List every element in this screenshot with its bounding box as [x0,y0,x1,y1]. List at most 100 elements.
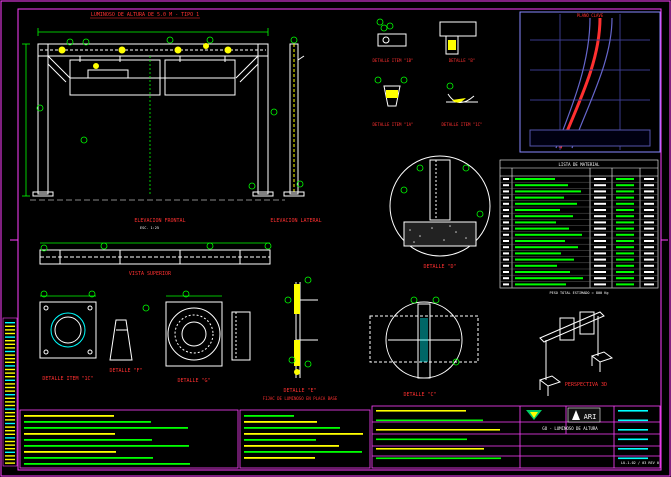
material-row-weight-mark [644,246,654,249]
material-row-mat-mark [616,246,634,249]
left-strip-line [5,379,15,381]
revision-line [244,439,316,441]
material-row-mat-mark [616,264,634,267]
material-row-item-mark [503,227,509,230]
revision-line [244,457,315,459]
view-label-fijacion: FIJAC DE LUMINOSO EN PLACA BASE [263,396,338,401]
material-row-desc-mark [515,221,556,224]
left-strip-line [5,397,15,399]
view-label-detalle-1c: DETALLE ITEM "1C" [42,376,93,382]
left-strip-line [5,412,15,414]
title-block-lines [376,410,648,460]
material-row-mat-mark [616,283,634,286]
view-label-detalle-1c2: DETALLE ITEM "1C" [442,122,483,127]
note-line [24,445,189,447]
left-strip-line [5,426,15,428]
material-row-weight-mark [644,184,654,187]
material-row-item-mark [503,202,509,205]
view-label-elevacion-frontal: ELEVACION FRONTAL [134,218,185,224]
revision-line [244,421,317,423]
material-row-mat-mark [616,196,634,199]
left-strip-line [5,372,15,374]
title-block-line [618,410,648,412]
material-row-weight-mark [644,283,654,286]
material-row-weight-mark [644,271,654,273]
note-line [24,427,188,429]
elevacion-lateral-view [283,43,305,197]
view-label-detalle-1b: DETALLE ITEM "1B" [373,58,414,63]
left-strip-line [5,325,15,327]
left-strip-line [5,401,15,403]
material-row-mat-mark [616,184,634,187]
left-strip-line [5,350,15,353]
cad-drawing-canvas[interactable]: LUMINOSO DE ALTURA DE 5.0 M - TIPO 1 ELE… [0,0,671,477]
left-strip-line [5,365,15,367]
title-block-line [376,457,501,460]
total-weight-note: PESO TOTAL ESTIMADO = 800 Kg [549,291,608,295]
material-row-item-mark [503,196,509,199]
material-row-qty-mark [594,283,606,286]
notes-lines [24,415,190,465]
revision-lines [244,415,363,459]
left-strip-line [5,354,15,356]
material-row-qty-mark [594,277,606,280]
revision-line [244,445,339,447]
material-row-mat-mark [616,233,634,236]
material-row-mat-mark [616,252,634,255]
left-strip-line [5,322,15,324]
material-row-weight-mark [644,227,654,230]
drawing-sheet: LUMINOSO DE ALTURA DE 5.0 M - TIPO 1 ELE… [0,0,671,477]
left-strip-lines [5,322,15,464]
title-block-line [618,438,648,441]
detalle-d-view [389,155,491,257]
revision-line [244,427,340,429]
title-block-line [376,448,484,450]
material-row-item-mark [503,221,509,224]
title-block-line [618,419,648,422]
material-row-desc-mark [515,271,570,273]
material-row-mat-mark [616,271,634,273]
left-strip-line [5,329,15,331]
scale-label: ESC. 1:25 [140,226,159,230]
material-row-qty-mark [594,209,606,211]
material-row-weight-mark [644,264,654,267]
note-line [24,451,116,453]
material-row-mat-mark [616,178,634,180]
title-block-line [618,429,648,431]
left-strip-line [5,336,15,338]
title-block-line [376,429,500,431]
material-row-mat-mark [616,202,634,205]
material-row-desc-mark [515,246,578,249]
material-row-desc-mark [515,184,568,187]
material-row-item-mark [503,252,509,255]
view-label-detalle-f: DETALLE "F" [109,368,142,374]
material-row-item-mark [503,283,509,286]
material-row-qty-mark [594,271,606,273]
left-strip-line [5,437,15,439]
material-row-item-mark [503,264,509,267]
left-strip-line [5,448,15,450]
material-row-weight-mark [644,233,654,236]
material-row-weight-mark [644,221,654,224]
left-strip-line [5,430,15,432]
left-strip-line [5,408,15,410]
material-row-mat-mark [616,209,634,211]
material-row-weight-mark [644,258,654,261]
note-line [24,433,115,435]
left-strip-line [5,451,15,453]
material-list-title: LISTA DE MATERIAL [559,162,601,167]
material-row-item-mark [503,184,509,187]
view-label-detalle-d: DETALLE "D" [423,264,456,270]
material-row-weight-mark [644,252,654,255]
material-row-item-mark [503,215,509,218]
material-row-qty-mark [594,233,606,236]
material-row-weight-mark [644,277,654,280]
company-logo: ARI [526,407,601,423]
material-row-mat-mark [616,215,634,218]
view-label-detalle-g: DETALLE "G" [177,378,210,384]
material-row-desc-mark [515,196,564,199]
title-block-line [618,448,648,450]
left-strip-line [5,404,15,407]
material-row-qty-mark [594,184,606,187]
main-title: LUMINOSO DE ALTURA DE 5.0 M - TIPO 1 [91,12,199,18]
